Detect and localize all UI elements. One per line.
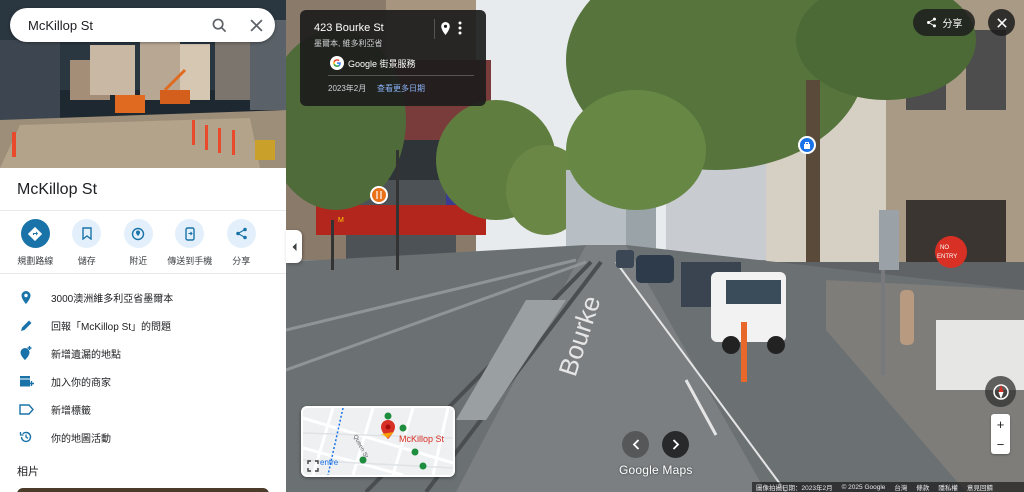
- place-title: McKillop St: [17, 181, 98, 198]
- close-icon: [249, 18, 263, 32]
- svg-text:NO: NO: [940, 245, 949, 251]
- address-line: 423 Bourke St: [314, 22, 384, 34]
- share-icon: [926, 17, 936, 28]
- share-icon: [226, 219, 256, 248]
- previous-button[interactable]: [622, 431, 649, 458]
- divider: [328, 75, 474, 76]
- poi-marker-shopping[interactable]: [798, 136, 816, 154]
- google-logo-icon: [330, 56, 344, 70]
- svg-text:ENTRY: ENTRY: [937, 254, 957, 260]
- location-pin-icon: [441, 22, 450, 35]
- collapse-panel-button[interactable]: [286, 230, 302, 263]
- zoom-in-button[interactable]: +: [991, 414, 1010, 434]
- share-label: 分享: [232, 256, 251, 266]
- place-side-panel: McKillop St 規劃路線 儲存 附近 傳送到手機: [0, 0, 286, 492]
- svg-text:M: M: [338, 217, 344, 224]
- add-missing-place-text: 新增遺漏的地點: [51, 349, 121, 361]
- add-business-icon: [17, 372, 35, 390]
- feedback-link[interactable]: 意見回饋: [967, 482, 993, 492]
- address-text: 3000澳洲維多利亞省墨爾本: [51, 293, 174, 305]
- add-label-row[interactable]: 新增標籤: [0, 395, 286, 423]
- chevron-left-icon: [292, 242, 296, 251]
- close-street-view-button[interactable]: [988, 9, 1015, 36]
- show-on-map-button[interactable]: [440, 21, 454, 37]
- map-activity-text: 你的地圖活動: [51, 433, 111, 445]
- search-box[interactable]: [10, 8, 275, 42]
- add-place-icon: [17, 344, 35, 362]
- report-issue-row[interactable]: 回報「McKillop St」的問題: [0, 311, 286, 339]
- mini-map[interactable]: Queen St McKillop St entre: [301, 406, 455, 477]
- address-row[interactable]: 3000澳洲維多利亞省墨爾本: [0, 283, 286, 311]
- map-activity-row[interactable]: 你的地圖活動: [0, 423, 286, 451]
- shopping-bag-icon: [804, 142, 810, 149]
- divider: [0, 210, 286, 211]
- more-options-button[interactable]: [458, 21, 470, 37]
- attribution-footer: 圖像拍攝日期：2023年2月 © 2025 Google 台灣 條款 隱私權 意…: [752, 482, 1024, 492]
- action-buttons: 規劃路線 儲存 附近 傳送到手機 分享: [10, 219, 276, 267]
- chevron-right-icon: [672, 439, 679, 450]
- divider: [0, 273, 286, 274]
- compass-icon: [992, 383, 1009, 400]
- capture-date-footer: 圖像拍攝日期：2023年2月: [756, 485, 833, 492]
- google-maps-logo: Google Maps: [619, 463, 693, 477]
- clear-search-button[interactable]: [246, 15, 266, 35]
- report-issue-text: 回報「McKillop St」的問題: [51, 321, 172, 333]
- privacy-link[interactable]: 隱私權: [938, 482, 958, 492]
- save-button[interactable]: 儲存: [62, 219, 113, 267]
- directions-icon: [20, 219, 50, 248]
- search-icon: [212, 18, 226, 32]
- send-to-phone-button[interactable]: 傳送到手機: [165, 219, 216, 267]
- expand-icon: [307, 460, 319, 472]
- history-icon: [17, 428, 35, 446]
- label-icon: [17, 400, 35, 418]
- share-button-label: 分享: [942, 19, 963, 30]
- capture-date: 2023年2月: [328, 84, 367, 93]
- more-vert-icon: [458, 21, 462, 35]
- place-hero-photo[interactable]: [0, 0, 286, 168]
- compass-button[interactable]: [985, 376, 1016, 407]
- location-pin-icon: [17, 288, 35, 306]
- search-button[interactable]: [209, 15, 229, 35]
- add-missing-place-row[interactable]: 新增遺漏的地點: [0, 339, 286, 367]
- edit-pencil-icon: [17, 316, 35, 334]
- next-button[interactable]: [662, 431, 689, 458]
- add-business-text: 加入你的商家: [51, 377, 111, 389]
- poi-marker-restaurant[interactable]: [370, 186, 388, 204]
- send-to-phone-label: 傳送到手機: [167, 256, 213, 266]
- nearby-button[interactable]: 附近: [113, 219, 164, 267]
- street-view-source: Google 街景服務: [330, 56, 416, 70]
- street-view-address-card: 423 Bourke St 墨爾本, 維多利亞省 Google 街景服務 202…: [300, 10, 486, 106]
- divider: [434, 19, 435, 39]
- add-business-row[interactable]: 加入你的商家: [0, 367, 286, 395]
- address-locality: 墨爾本, 維多利亞省: [314, 39, 383, 48]
- search-input[interactable]: [28, 17, 208, 33]
- save-label: 儲存: [77, 256, 96, 266]
- add-label-text: 新增標籤: [51, 405, 91, 417]
- photo-thumbnail[interactable]: [17, 488, 269, 492]
- fork-knife-icon: [376, 191, 382, 199]
- copyright: © 2025 Google: [841, 483, 886, 491]
- directions-label: 規劃路線: [17, 256, 54, 266]
- share-place-button[interactable]: 分享: [216, 219, 267, 267]
- place-info-list: 3000澳洲維多利亞省墨爾本 回報「McKillop St」的問題 新增遺漏的地…: [0, 283, 286, 451]
- send-to-phone-icon: [175, 219, 205, 248]
- bookmark-icon: [72, 219, 102, 248]
- zoom-control: + −: [991, 414, 1010, 454]
- directions-button[interactable]: 規劃路線: [10, 219, 61, 267]
- see-more-dates-link[interactable]: 查看更多日期: [377, 83, 425, 94]
- nearby-label: 附近: [129, 256, 148, 266]
- nearby-icon: [123, 219, 153, 248]
- region-link[interactable]: 台灣: [894, 482, 907, 492]
- share-button[interactable]: 分享: [913, 9, 975, 36]
- street-view-source-text: Google 街景服務: [348, 58, 416, 69]
- close-icon: [996, 17, 1007, 28]
- expand-map-button[interactable]: [307, 460, 321, 474]
- mini-map-place-label: McKillop St: [399, 434, 445, 444]
- terms-link[interactable]: 條款: [916, 482, 929, 492]
- photos-heading: 相片: [17, 466, 39, 478]
- zoom-out-button[interactable]: −: [991, 434, 1010, 454]
- mini-map-area-label: entre: [320, 458, 339, 467]
- chevron-left-icon: [632, 439, 639, 450]
